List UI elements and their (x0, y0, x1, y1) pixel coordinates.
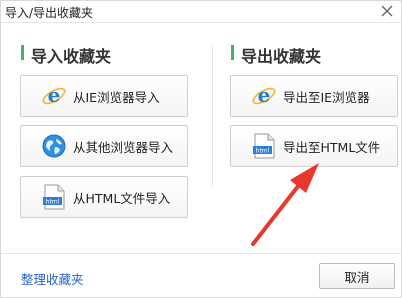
import-from-html-label: 从HTML文件导入 (73, 190, 171, 206)
export-section-title: 导出收藏夹 (231, 43, 321, 67)
globe-icon (41, 133, 67, 159)
html-file-icon-text: html (256, 148, 270, 155)
import-from-ie-button[interactable]: e 从IE浏览器导入 (20, 75, 188, 117)
import-section-title: 导入收藏夹 (21, 43, 111, 67)
manage-favorites-link[interactable]: 整理收藏夹 (21, 269, 84, 288)
import-from-ie-label: 从IE浏览器导入 (73, 89, 160, 105)
svg-text:e: e (48, 83, 61, 107)
ie-browser-icon: e (251, 83, 277, 109)
cancel-button[interactable]: 取消 (319, 263, 395, 289)
import-from-other-browser-label: 从其他浏览器导入 (73, 139, 174, 155)
export-to-html-label: 导出至HTML文件 (283, 139, 381, 155)
import-export-dialog: 导入/导出收藏夹 导入收藏夹 导出收藏夹 e 从IE浏览器导入 从其他浏览器导入… (0, 0, 402, 298)
html-file-icon: html (41, 184, 67, 210)
footer-divider (1, 253, 401, 254)
dialog-title: 导入/导出收藏夹 (5, 6, 94, 20)
export-to-ie-button[interactable]: e 导出至IE浏览器 (230, 75, 398, 117)
title-bar: 导入/导出收藏夹 (1, 1, 401, 23)
svg-text:e: e (258, 83, 271, 107)
import-from-other-browser-button[interactable]: 从其他浏览器导入 (20, 125, 188, 167)
import-from-html-button[interactable]: html 从HTML文件导入 (20, 176, 188, 218)
export-to-html-button[interactable]: html 导出至HTML文件 (230, 125, 398, 167)
ie-browser-icon: e (41, 83, 67, 109)
close-icon[interactable] (379, 3, 395, 19)
export-to-ie-label: 导出至IE浏览器 (283, 89, 370, 105)
html-file-icon-text: html (46, 199, 60, 206)
section-divider (212, 45, 213, 187)
html-file-icon: html (251, 133, 277, 159)
